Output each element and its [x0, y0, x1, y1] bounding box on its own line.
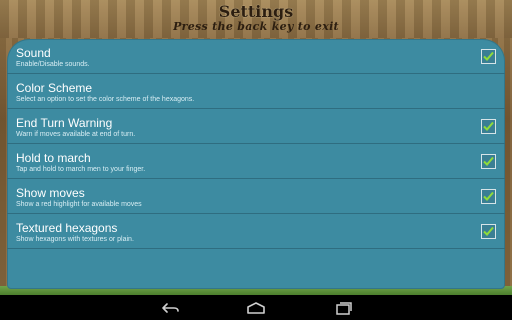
setting-row-show-moves[interactable]: Show moves Show a red highlight for avai… — [7, 179, 505, 214]
show-moves-checkbox[interactable] — [481, 189, 496, 204]
setting-title: Show moves — [16, 186, 85, 200]
setting-row-hold-to-march[interactable]: Hold to march Tap and hold to march men … — [7, 144, 505, 179]
android-nav-bar — [0, 295, 512, 320]
setting-description: Show hexagons with textures or plain. — [16, 236, 134, 243]
end-turn-warning-checkbox[interactable] — [481, 119, 496, 134]
setting-title: Hold to march — [16, 151, 91, 165]
setting-title: Color Scheme — [16, 81, 93, 95]
setting-description: Select an option to set the color scheme… — [16, 96, 195, 103]
sound-checkbox[interactable] — [481, 49, 496, 64]
setting-row-color-scheme[interactable]: Color Scheme Select an option to set the… — [7, 74, 505, 109]
setting-description: Tap and hold to march men to your finger… — [16, 166, 146, 173]
page-title: Settings — [218, 2, 294, 21]
setting-title: Sound — [16, 46, 51, 60]
checkmark-icon — [483, 51, 494, 61]
setting-description: Show a red highlight for available moves — [16, 201, 142, 208]
back-icon[interactable] — [158, 300, 182, 316]
setting-row-sound[interactable]: Sound Enable/Disable sounds. — [7, 39, 505, 74]
setting-row-end-turn-warning[interactable]: End Turn Warning Warn if moves available… — [7, 109, 505, 144]
setting-row-textured-hexagons[interactable]: Textured hexagons Show hexagons with tex… — [7, 214, 505, 249]
home-icon[interactable] — [244, 300, 268, 316]
setting-title: Textured hexagons — [16, 221, 118, 235]
setting-title: End Turn Warning — [16, 116, 113, 130]
recent-apps-icon[interactable] — [332, 300, 356, 316]
setting-description: Enable/Disable sounds. — [16, 61, 90, 68]
setting-description: Warn if moves available at end of turn. — [16, 131, 136, 138]
checkmark-icon — [483, 156, 494, 166]
hold-to-march-checkbox[interactable] — [481, 154, 496, 169]
checkmark-icon — [483, 191, 494, 201]
settings-panel: Sound Enable/Disable sounds. Color Schem… — [7, 39, 505, 289]
textured-hexagons-checkbox[interactable] — [481, 224, 496, 239]
page-subtitle: Press the back key to exit — [173, 20, 339, 33]
checkmark-icon — [483, 121, 494, 131]
checkmark-icon — [483, 226, 494, 236]
